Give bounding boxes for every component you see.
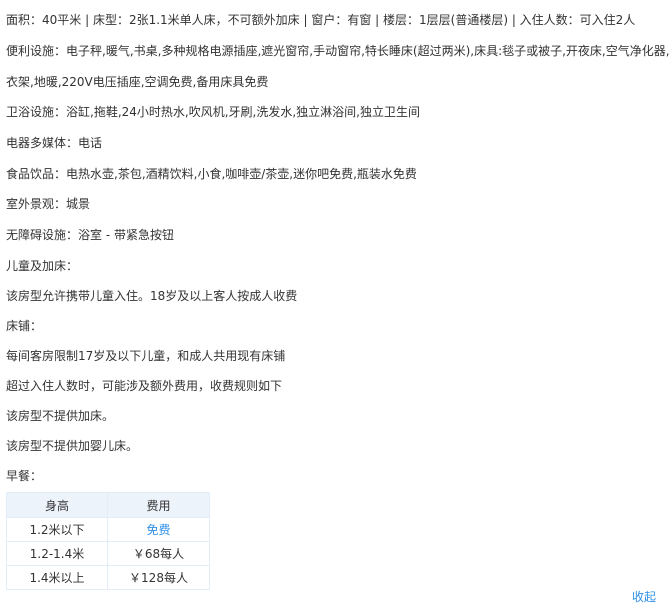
no-crib-text: 该房型不提供加婴儿床。 [6, 439, 139, 453]
bed-policy-text: 每间客房限制17岁及以下儿童，和成人共用现有床铺 [6, 349, 286, 363]
outdoor-view: 室外景观：城景 [6, 197, 91, 211]
media-facilities: 电器多媒体：电话 [6, 136, 103, 150]
bed-title: 床铺： [6, 319, 43, 333]
no-extra-bed-text: 该房型不提供加床。 [6, 409, 115, 423]
collapse-link[interactable]: 收起 [632, 590, 656, 604]
breakfast-title: 早餐： [6, 469, 43, 483]
table-row: 1.2米以下 免费 [6, 517, 210, 542]
children-extra-bed-title: 儿童及加床： [6, 259, 79, 273]
table-row: 1.4米以上 ￥128每人 [6, 565, 210, 590]
header-fee: 费用 [107, 492, 210, 518]
height-cell: 1.2米以下 [6, 517, 108, 542]
food-drinks: 食品饮品：电热水壶,茶包,酒精饮料,小食,咖啡壶/茶壶,迷你吧免费,瓶装水免费 [6, 167, 417, 181]
extra-charge-text: 超过入住人数时，可能涉及额外费用，收费规则如下 [6, 379, 283, 393]
breakfast-fee-table: 身高 费用 1.2米以下 免费 1.2-1.4米 ￥68每人 1.4米以上 ￥1… [6, 492, 210, 590]
children-policy-text: 该房型允许携带儿童入住。18岁及以上客人按成人收费 [6, 289, 298, 303]
fee-cell: ￥128每人 [107, 565, 210, 590]
table-header-row: 身高 费用 [6, 492, 210, 518]
header-height: 身高 [6, 492, 108, 518]
table-row: 1.2-1.4米 ￥68每人 [6, 541, 210, 566]
height-cell: 1.4米以上 [6, 565, 108, 590]
amenities-text: 便利设施：电子秤,暖气,书桌,多种规格电源插座,遮光窗帘,手动窗帘,特长睡床(超… [6, 44, 670, 89]
bathroom-facilities: 卫浴设施：浴缸,拖鞋,24小时热水,吹风机,牙刷,洗发水,独立淋浴间,独立卫生间 [6, 105, 420, 119]
room-summary: 面积：40平米 | 床型：2张1.1米单人床，不可额外加床 | 窗户：有窗 | … [6, 13, 636, 27]
accessibility-facilities: 无障碍设施：浴室 - 带紧急按钮 [6, 228, 174, 242]
fee-cell: 免费 [107, 517, 210, 542]
fee-cell: ￥68每人 [107, 541, 210, 566]
height-cell: 1.2-1.4米 [6, 541, 108, 566]
